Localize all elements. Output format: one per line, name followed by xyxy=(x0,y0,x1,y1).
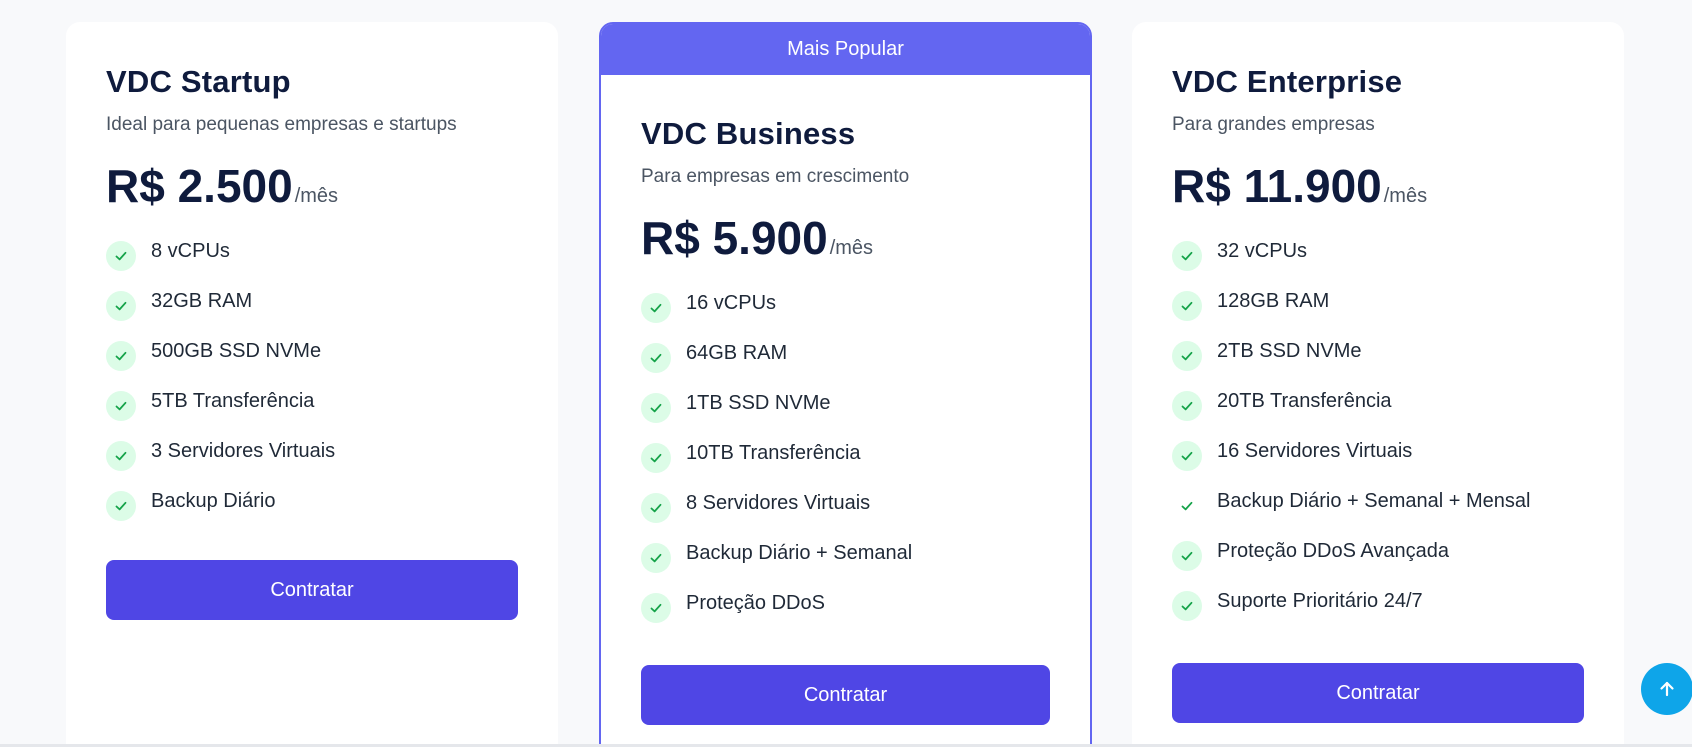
feature-item: 8 Servidores Virtuais xyxy=(641,490,1050,540)
price-period: /mês xyxy=(1383,185,1428,207)
feature-text: 64GB RAM xyxy=(686,342,788,364)
feature-item: 64GB RAM xyxy=(641,340,1050,390)
plan-name: VDC Business xyxy=(641,116,856,151)
feature-text: 5TB Transferência xyxy=(151,390,315,412)
check-icon xyxy=(1172,391,1202,421)
feature-item: 20TB Transferência xyxy=(1172,388,1584,438)
check-icon xyxy=(1172,491,1202,521)
check-icon xyxy=(1172,341,1202,371)
feature-text: 8 Servidores Virtuais xyxy=(686,492,871,514)
feature-text: 3 Servidores Virtuais xyxy=(151,440,336,462)
check-icon xyxy=(1172,241,1202,271)
feature-text: Proteção DDoS xyxy=(686,592,825,614)
check-icon xyxy=(641,593,671,623)
plan-description: Ideal para pequenas empresas e startups xyxy=(106,114,457,135)
check-icon xyxy=(641,293,671,323)
feature-text: 16 Servidores Virtuais xyxy=(1217,440,1413,462)
feature-text: 1TB SSD NVMe xyxy=(686,392,831,414)
feature-text: Proteção DDoS Avançada xyxy=(1217,540,1450,562)
check-icon xyxy=(641,443,671,473)
feature-item: 8 vCPUs xyxy=(106,238,518,288)
check-icon xyxy=(106,291,136,321)
price-row: R$ 11.900 /mês xyxy=(1172,158,1584,214)
feature-item: 16 vCPUs xyxy=(641,290,1050,340)
contratar-button[interactable]: Contratar xyxy=(106,560,518,620)
feature-text: 16 vCPUs xyxy=(686,292,777,314)
feature-text: 32GB RAM xyxy=(151,290,253,312)
plan-price: R$ 11.900 xyxy=(1172,160,1382,212)
check-icon xyxy=(1172,591,1202,621)
check-icon xyxy=(641,493,671,523)
price-period: /mês xyxy=(294,185,339,207)
check-icon xyxy=(106,491,136,521)
check-icon xyxy=(106,341,136,371)
check-icon xyxy=(1172,441,1202,471)
check-icon xyxy=(641,343,671,373)
feature-text: 8 vCPUs xyxy=(151,240,230,262)
feature-item: Suporte Prioritário 24/7 xyxy=(1172,588,1584,638)
feature-text: 20TB Transferência xyxy=(1217,390,1392,412)
check-icon xyxy=(1172,291,1202,321)
feature-item: Backup Diário + Semanal xyxy=(641,540,1050,590)
plan-name: VDC Startup xyxy=(106,64,291,99)
feature-text: Backup Diário xyxy=(151,490,276,512)
feature-item: 500GB SSD NVMe xyxy=(106,338,518,388)
feature-text: 32 vCPUs xyxy=(1217,240,1308,262)
feature-item: 5TB Transferência xyxy=(106,388,518,438)
contratar-button[interactable]: Contratar xyxy=(1172,663,1584,723)
contratar-button[interactable]: Contratar xyxy=(641,665,1050,725)
feature-item: 32GB RAM xyxy=(106,288,518,338)
feature-list: 16 vCPUs 64GB RAM 1TB SSD NVMe 10TB Tran… xyxy=(641,290,1050,640)
feature-text: 2TB SSD NVMe xyxy=(1217,340,1362,362)
feature-item: 128GB RAM xyxy=(1172,288,1584,338)
feature-item: 10TB Transferência xyxy=(641,440,1050,490)
feature-text: 10TB Transferência xyxy=(686,442,861,464)
check-icon xyxy=(1172,541,1202,571)
popular-badge: Mais Popular xyxy=(601,24,1090,75)
plan-price: R$ 5.900 xyxy=(641,212,828,264)
check-icon xyxy=(106,391,136,421)
feature-item: Proteção DDoS Avançada xyxy=(1172,538,1584,588)
check-icon xyxy=(641,543,671,573)
check-icon xyxy=(106,441,136,471)
feature-text: Backup Diário + Semanal xyxy=(686,542,913,564)
feature-item: 32 vCPUs xyxy=(1172,238,1584,288)
feature-item: 1TB SSD NVMe xyxy=(641,390,1050,440)
feature-text: Suporte Prioritário 24/7 xyxy=(1217,590,1423,612)
feature-item: Backup Diário xyxy=(106,488,518,538)
price-row: R$ 5.900 /mês xyxy=(641,210,1050,266)
plan-card-enterprise: VDC Enterprise Para grandes empresas R$ … xyxy=(1132,22,1624,747)
feature-item: 2TB SSD NVMe xyxy=(1172,338,1584,388)
feature-item: Proteção DDoS xyxy=(641,590,1050,640)
scroll-to-top-button[interactable] xyxy=(1641,663,1692,715)
plan-card-business: Mais Popular VDC Business Para empresas … xyxy=(599,22,1092,747)
plan-description: Para grandes empresas xyxy=(1172,114,1375,135)
feature-list: 32 vCPUs 128GB RAM 2TB SSD NVMe 20TB Tra… xyxy=(1172,238,1584,638)
feature-text: 500GB SSD NVMe xyxy=(151,340,322,362)
feature-item: 3 Servidores Virtuais xyxy=(106,438,518,488)
plan-card-startup: VDC Startup Ideal para pequenas empresas… xyxy=(66,22,558,747)
feature-list: 8 vCPUs 32GB RAM 500GB SSD NVMe 5TB Tran… xyxy=(106,238,518,538)
check-icon xyxy=(106,241,136,271)
check-icon xyxy=(641,393,671,423)
pricing-page: VDC Startup Ideal para pequenas empresas… xyxy=(0,0,1692,747)
feature-text: Backup Diário + Semanal + Mensal xyxy=(1217,490,1531,512)
feature-text: 128GB RAM xyxy=(1217,290,1330,312)
price-row: R$ 2.500 /mês xyxy=(106,158,518,214)
price-period: /mês xyxy=(829,237,874,259)
feature-item: 16 Servidores Virtuais xyxy=(1172,438,1584,488)
arrow-up-icon xyxy=(1660,681,1674,697)
plan-name: VDC Enterprise xyxy=(1172,64,1403,99)
plan-price: R$ 2.500 xyxy=(106,160,293,212)
feature-item: Backup Diário + Semanal + Mensal xyxy=(1172,488,1584,538)
plan-description: Para empresas em crescimento xyxy=(641,166,910,187)
